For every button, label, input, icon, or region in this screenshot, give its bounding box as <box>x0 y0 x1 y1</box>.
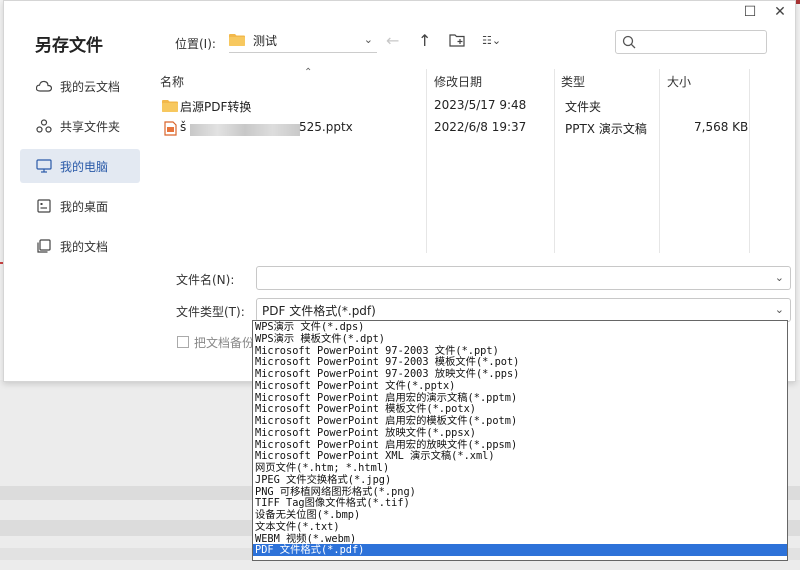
filetype-option[interactable]: TIFF Tag图像文件格式(*.tif) <box>253 497 787 509</box>
filetype-option[interactable]: Microsoft PowerPoint 97-2003 模板文件(*.pot) <box>253 356 787 368</box>
desktop-icon <box>36 198 52 214</box>
filetype-option[interactable]: Microsoft PowerPoint 97-2003 文件(*.ppt) <box>253 345 787 357</box>
documents-icon <box>36 238 52 254</box>
redacted-filename-block <box>190 122 300 136</box>
file-modified: 2023/5/17 9:48 <box>434 98 527 112</box>
cloud-icon <box>36 78 52 94</box>
sidebar-item-documents[interactable]: 我的文档 <box>20 229 140 263</box>
sidebar-item-label: 共享文件夹 <box>60 119 121 134</box>
folder-icon <box>229 33 245 49</box>
file-row-pptx[interactable]: š 525.pptx 2022/6/8 19:37 PPTX 演示文稿 7,56… <box>160 117 750 139</box>
filetype-option[interactable]: PDF 文件格式(*.pdf) <box>253 544 787 556</box>
sidebar-item-label: 我的电脑 <box>60 159 109 174</box>
backup-checkbox[interactable] <box>177 336 189 348</box>
filetype-option[interactable]: Microsoft PowerPoint 启用宏的演示文稿(*.pptm) <box>253 392 787 404</box>
filetype-select[interactable]: PDF 文件格式(*.pdf) ⌄ <box>256 298 791 322</box>
file-name-prefix: š <box>180 120 187 134</box>
sidebar-item-label: 我的云文档 <box>60 79 121 94</box>
computer-icon <box>36 158 52 174</box>
sidebar-item-shared-folder[interactable]: 共享文件夹 <box>20 109 140 143</box>
file-size: 7,568 KB <box>694 120 749 134</box>
filetype-option[interactable]: WEBM 视频(*.webm) <box>253 533 787 545</box>
back-arrow-icon[interactable]: ← <box>386 31 399 50</box>
view-mode-icon[interactable]: ☷⌄ <box>482 34 501 47</box>
filetype-option[interactable]: 设备无关位图(*.bmp) <box>253 509 787 521</box>
close-button[interactable]: ✕ <box>770 4 790 20</box>
column-header-name[interactable]: 名称 <box>160 73 184 95</box>
share-icon <box>36 118 52 134</box>
sidebar-item-cloud-docs[interactable]: 我的云文档 <box>20 69 140 103</box>
filetype-option[interactable]: WPS演示 文件(*.dps) <box>253 321 787 333</box>
sort-ascending-icon: ⌃ <box>304 67 313 78</box>
chevron-down-icon[interactable]: ⌄ <box>775 303 784 316</box>
dialog-title: 另存文件 <box>35 36 103 56</box>
filetype-label: 文件类型(T): <box>176 305 245 319</box>
filetype-dropdown-list: WPS演示 文件(*.dps) WPS演示 模板文件(*.dpt) Microsof… <box>252 320 788 561</box>
search-icon <box>622 35 636 49</box>
file-modified: 2022/6/8 19:37 <box>434 120 527 134</box>
filetype-option[interactable]: JPEG 文件交换格式(*.jpg) <box>253 474 787 486</box>
chevron-down-icon: ⌄ <box>363 33 373 46</box>
column-header-type[interactable]: 类型 <box>561 73 585 95</box>
sidebar-item-label: 我的文档 <box>60 239 109 254</box>
up-arrow-icon[interactable]: ↑ <box>418 31 431 50</box>
column-header-size[interactable]: 大小 <box>667 73 691 95</box>
location-label: 位置(I): <box>175 37 216 51</box>
column-header-modified[interactable]: 修改日期 <box>434 73 482 95</box>
backup-checkbox-label: 把文档备份到 <box>194 336 256 350</box>
location-dropdown[interactable]: 测试 ⌄ <box>229 29 377 53</box>
filetype-option[interactable]: Microsoft PowerPoint 文件(*.pptx) <box>253 380 787 392</box>
filename-label: 文件名(N): <box>176 273 235 287</box>
chevron-down-icon[interactable]: ⌄ <box>775 271 784 284</box>
filetype-option[interactable]: Microsoft PowerPoint 启用宏的放映文件(*.ppsm) <box>253 439 787 451</box>
sidebar-item-my-computer[interactable]: 我的电脑 <box>20 149 140 183</box>
sidebar-item-label: 我的桌面 <box>60 199 109 214</box>
maximize-button[interactable]: ☐ <box>740 4 760 20</box>
filetype-option[interactable]: Microsoft PowerPoint 放映文件(*.ppsx) <box>253 427 787 439</box>
file-name-suffix: 525.pptx <box>299 120 353 134</box>
filetype-option[interactable]: Microsoft PowerPoint 97-2003 放映文件(*.pps) <box>253 368 787 380</box>
filetype-option[interactable]: 网页文件(*.htm; *.html) <box>253 462 787 474</box>
location-value: 测试 <box>253 34 278 48</box>
filename-input[interactable]: ⌄ <box>256 266 791 290</box>
file-type: 文件夹 <box>565 100 602 114</box>
pptx-file-icon <box>164 121 177 139</box>
sidebar: 我的云文档 共享文件夹 我的电脑 我的桌面 我的文档 <box>20 69 140 269</box>
folder-icon <box>162 99 178 115</box>
filetype-selected-value: PDF 文件格式(*.pdf) <box>262 303 376 318</box>
filetype-option[interactable]: Microsoft PowerPoint 启用宏的模板文件(*.potm) <box>253 415 787 427</box>
filetype-option[interactable]: 文本文件(*.txt) <box>253 521 787 533</box>
filetype-option[interactable]: WPS演示 模板文件(*.dpt) <box>253 333 787 345</box>
search-input[interactable] <box>615 30 767 54</box>
file-name: 启源PDF转换 <box>180 100 252 114</box>
sidebar-item-desktop[interactable]: 我的桌面 <box>20 189 140 223</box>
filetype-option[interactable]: PNG 可移植网络图形格式(*.png) <box>253 486 787 498</box>
filetype-option[interactable]: Microsoft PowerPoint 模板文件(*.potx) <box>253 403 787 415</box>
file-row-folder[interactable]: 启源PDF转换 2023/5/17 9:48 文件夹 <box>160 95 750 117</box>
filetype-option[interactable]: Microsoft PowerPoint XML 演示文稿(*.xml) <box>253 450 787 462</box>
file-type: PPTX 演示文稿 <box>565 122 647 136</box>
new-folder-icon[interactable] <box>449 32 465 51</box>
